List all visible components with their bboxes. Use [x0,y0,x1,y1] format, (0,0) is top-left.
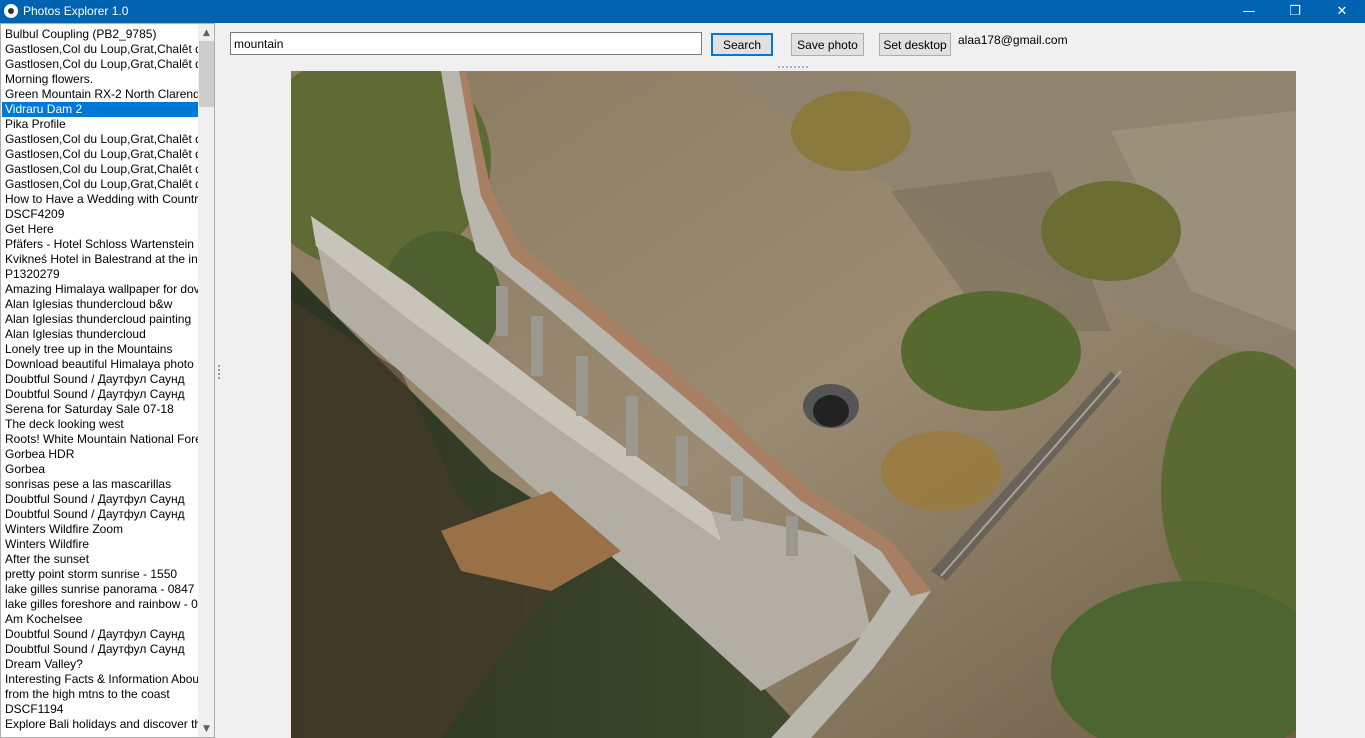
list-item[interactable]: After the sunset [2,552,198,567]
set-desktop-button[interactable]: Set desktop [879,33,951,56]
list-scrollbar[interactable]: ▲ ▼ [198,24,214,737]
list-item[interactable]: DSCF4209 [2,207,198,222]
window-title: Photos Explorer 1.0 [23,4,129,18]
list-item[interactable]: Winters Wildfire Zoom [2,522,198,537]
list-item[interactable]: Pika Profile [2,117,198,132]
scroll-thumb[interactable] [199,41,214,107]
list-item[interactable]: Kvikneś Hotel in Balestrand at the inl [2,252,198,267]
list-item[interactable]: Am Kochelsee [2,612,198,627]
list-item[interactable]: Morning flowers. [2,72,198,87]
user-email: alaa178@gmail.com [958,33,1068,47]
list-item[interactable]: Serena for Saturday Sale 07-18 [2,402,198,417]
list-item[interactable]: Bulbul Coupling (PB2_9785) [2,27,198,42]
list-item[interactable]: Lonely tree up in the Mountains [2,342,198,357]
list-item[interactable]: Roots! White Mountain National Fore [2,432,198,447]
list-item[interactable]: lake gilles foreshore and rainbow - 08 [2,597,198,612]
list-item[interactable]: Gorbea [2,462,198,477]
list-item[interactable]: Get Here [2,222,198,237]
list-item[interactable]: Green Mountain RX-2 North Clarend [2,87,198,102]
list-item[interactable]: How to Have a Wedding with Countr [2,192,198,207]
list-item[interactable]: Winters Wildfire [2,537,198,552]
title-bar: Photos Explorer 1.0 — ❐ ✕ [0,0,1365,23]
maximize-button[interactable]: ❐ [1272,0,1318,23]
list-item[interactable]: Alan Iglesias thundercloud b&w [2,297,198,312]
list-item[interactable]: Explore Bali holidays and discover th [2,717,198,732]
list-item[interactable]: Pfäfers - Hotel Schloss Wartenstein [2,237,198,252]
list-item[interactable]: Gorbea HDR [2,447,198,462]
photo-preview [291,71,1296,738]
list-item[interactable]: sonrisas pese a las mascarillas [2,477,198,492]
minimize-button[interactable]: — [1226,0,1272,23]
photo-image [291,71,1296,738]
list-item[interactable]: Doubtful Sound / Даутфул Саунд [2,387,198,402]
scroll-down-icon[interactable]: ▼ [198,720,214,737]
list-item[interactable]: Dream Valley? [2,657,198,672]
list-item[interactable]: Gastlosen,Col du Loup,Grat,Chalêt du [2,147,198,162]
list-item[interactable]: Alan Iglesias thundercloud painting [2,312,198,327]
list-item[interactable]: from the high mtns to the coast [2,687,198,702]
photo-list[interactable]: ▲ ▼ Bulbul Coupling (PB2_9785) Gastlosen,… [0,23,215,738]
search-button[interactable]: Search [711,33,773,56]
close-button[interactable]: ✕ [1319,0,1365,23]
list-item[interactable]: Gastlosen,Col du Loup,Grat,Chalêt du [2,42,198,57]
list-item[interactable]: Gastlosen,Col du Loup,Grat,Chalêt du [2,177,198,192]
app-icon [4,4,18,18]
list-item[interactable]: Gastlosen,Col du Loup,Grat,Chalêt du [2,57,198,72]
list-item[interactable]: Doubtful Sound / Даутфул Саунд [2,492,198,507]
list-item[interactable]: Alan Iglesias thundercloud [2,327,198,342]
list-item[interactable]: Doubtful Sound / Даутфул Саунд [2,507,198,522]
list-item[interactable]: P1320279 [2,267,198,282]
splitter-handle[interactable] [218,365,222,379]
list-item[interactable]: Vidraru Dam 2 [2,102,198,117]
list-item[interactable]: DSCF1194 [2,702,198,717]
list-item[interactable]: Interesting Facts & Information Abou [2,672,198,687]
list-item[interactable]: Amazing Himalaya wallpaper for dov [2,282,198,297]
save-photo-button[interactable]: Save photo [791,33,864,56]
list-item[interactable]: Gastlosen,Col du Loup,Grat,Chalêt du [2,162,198,177]
list-item[interactable]: The deck looking west [2,417,198,432]
list-item[interactable]: Doubtful Sound / Даутфул Саунд [2,372,198,387]
list-item[interactable]: lake gilles sunrise panorama - 0847 [2,582,198,597]
scroll-up-icon[interactable]: ▲ [198,24,214,41]
list-item[interactable]: Doubtful Sound / Даутфул Саунд [2,627,198,642]
list-item[interactable]: pretty point storm sunrise - 1550 [2,567,198,582]
search-input[interactable] [230,32,702,55]
list-item[interactable]: Doubtful Sound / Даутфул Саунд [2,642,198,657]
list-item[interactable]: Gastlosen,Col du Loup,Grat,Chalêt du [2,132,198,147]
list-item[interactable]: Download beautiful Himalaya photo [2,357,198,372]
